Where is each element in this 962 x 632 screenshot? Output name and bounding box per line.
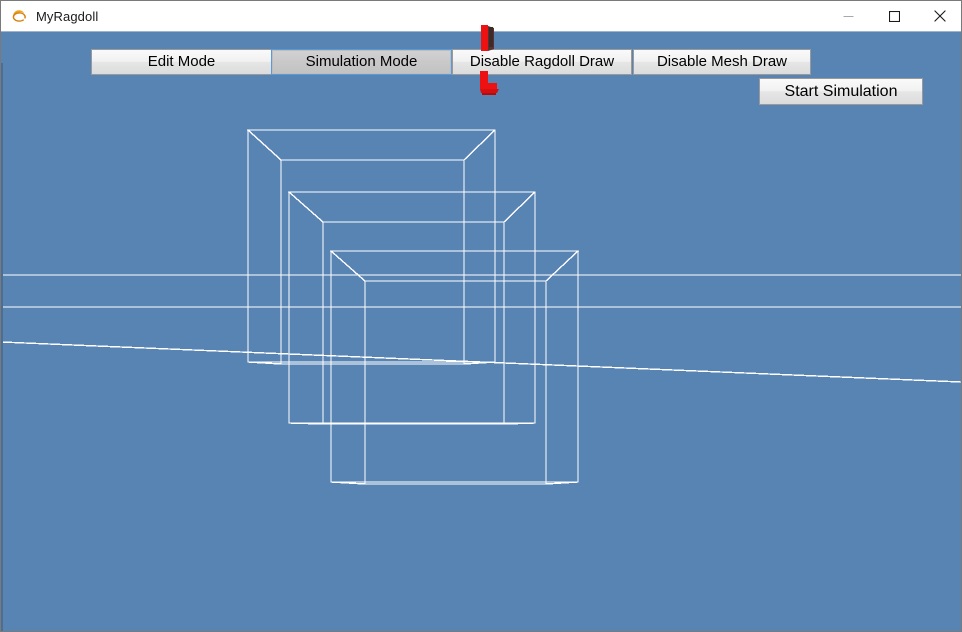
edit-mode-button[interactable]: Edit Mode (91, 49, 272, 75)
disable-ragdoll-draw-button[interactable]: Disable Ragdoll Draw (452, 49, 632, 75)
wireframe-scene (1, 129, 961, 485)
minimize-button[interactable] (825, 1, 871, 31)
internet-explorer-e-icon (12, 10, 26, 22)
simulation-mode-button[interactable]: Simulation Mode (271, 49, 452, 75)
viewport-left-edge (1, 63, 3, 631)
window-title: MyRagdoll (36, 8, 99, 24)
title-bar: MyRagdoll (1, 1, 961, 32)
close-button[interactable] (917, 1, 961, 31)
maximize-button[interactable] (871, 1, 917, 31)
application-window: MyRagdoll Edit Mode Simulation Mode Disa… (0, 0, 962, 632)
window-controls (825, 1, 961, 31)
disable-mesh-draw-button[interactable]: Disable Mesh Draw (633, 49, 811, 75)
minimize-icon (843, 15, 853, 17)
maximize-icon (888, 10, 900, 22)
close-icon (934, 10, 946, 22)
start-simulation-button[interactable]: Start Simulation (759, 78, 923, 105)
3d-viewport[interactable] (1, 32, 961, 631)
